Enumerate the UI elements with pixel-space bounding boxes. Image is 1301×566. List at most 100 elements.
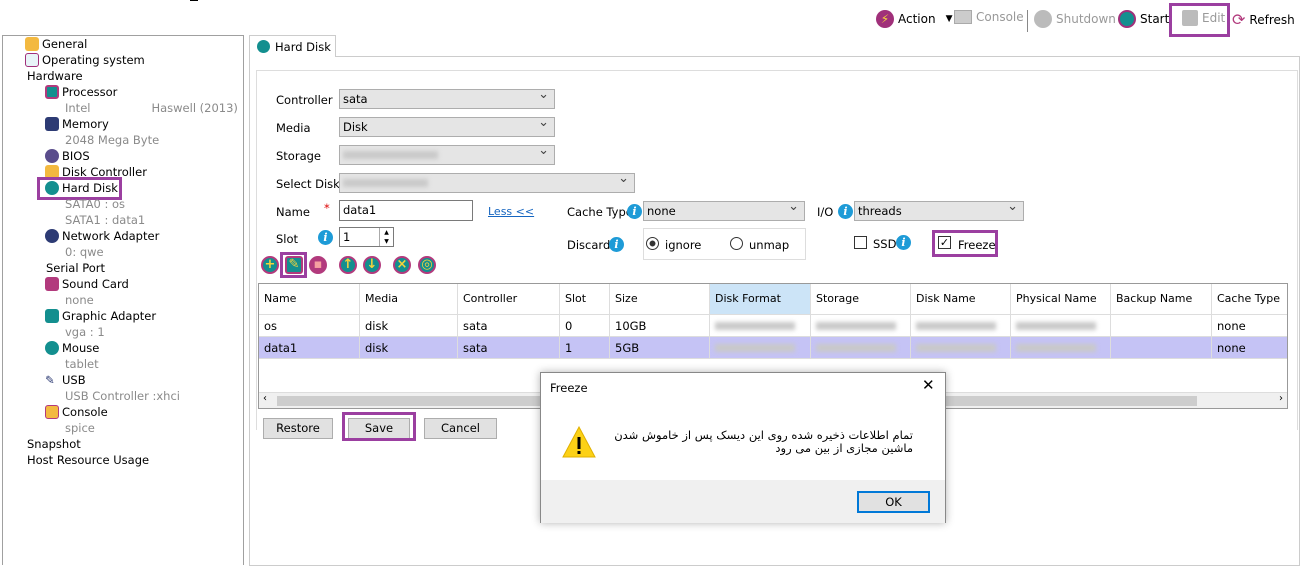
table-cell: os	[259, 315, 360, 336]
tree-item-usb[interactable]: ✎ USB	[45, 373, 86, 387]
media-label: Media	[276, 121, 311, 135]
cpu-icon	[45, 85, 59, 99]
table-cell: disk	[360, 315, 458, 336]
tree-item-sata1[interactable]: SATA1 : data1	[65, 213, 145, 227]
info-icon[interactable]: i	[318, 230, 333, 245]
tree-item-memory-detail: 2048 Mega Byte	[65, 133, 160, 147]
refresh-button[interactable]: ⟳ Refresh	[1232, 10, 1295, 29]
table-cell	[1011, 315, 1111, 336]
column-header: Slot	[560, 284, 610, 314]
refresh-icon: ⟳	[1232, 10, 1246, 29]
table-row[interactable]: os disk sata 0 10GB none	[259, 315, 1287, 337]
toolbar-divider	[1027, 10, 1028, 32]
arrow-down-icon[interactable]: ↓	[363, 256, 381, 274]
name-input[interactable]: data1	[339, 200, 473, 221]
play-icon	[1118, 10, 1136, 28]
tree-item-graphic[interactable]: Graphic Adapter	[45, 309, 156, 323]
edit-highlight	[1169, 3, 1230, 37]
media-select[interactable]: Disk	[339, 114, 555, 137]
dropdown-arrow-icon[interactable]: ▼	[946, 14, 953, 24]
ssd-checkbox[interactable]	[854, 236, 867, 249]
tree-item-general[interactable]: General	[25, 37, 87, 51]
name-label: Name	[276, 205, 310, 219]
io-select[interactable]: threads	[854, 198, 1024, 221]
io-label: I/O	[817, 205, 834, 219]
console-icon	[954, 10, 972, 24]
ignore-label: ignore	[665, 238, 702, 252]
tree-item-usb-detail: USB Controller :xhci	[65, 389, 180, 403]
info-icon[interactable]: i	[609, 237, 624, 252]
tree-item-sound[interactable]: Sound Card	[45, 277, 129, 291]
info-icon[interactable]: i	[896, 235, 911, 250]
controller-label: Controller	[276, 93, 333, 107]
info-icon[interactable]: i	[838, 204, 853, 219]
shutdown-button[interactable]: Shutdown	[1034, 10, 1116, 28]
start-button[interactable]: Start	[1118, 10, 1169, 28]
settings-tree: General Operating system Hardware Proces…	[2, 35, 244, 565]
close-icon[interactable]: ✕	[922, 376, 935, 394]
controller-select[interactable]: sata	[339, 86, 555, 109]
tree-item-console[interactable]: Console	[45, 405, 108, 419]
less-link[interactable]: Less <<	[488, 205, 534, 218]
restore-button[interactable]: Restore	[263, 418, 333, 439]
freeze-highlight	[932, 230, 998, 257]
scroll-right-icon[interactable]: ›	[1279, 393, 1283, 404]
column-header: Storage	[811, 284, 911, 314]
select-disk-select[interactable]	[339, 170, 635, 193]
table-cell: sata	[458, 315, 560, 336]
table-cell	[911, 337, 1011, 358]
cancel-button[interactable]: Cancel	[424, 418, 497, 439]
table-cell	[1111, 315, 1212, 336]
tree-item-processor[interactable]: Processor	[45, 85, 117, 99]
slot-stepper[interactable]: 1 ▲ ▼	[339, 227, 394, 247]
tree-item-mouse-detail: tablet	[65, 357, 99, 371]
redacted-value	[1016, 343, 1096, 352]
cache-type-select[interactable]: none	[643, 198, 805, 221]
table-cell: 10GB	[610, 315, 710, 336]
required-asterisk: *	[324, 201, 330, 215]
table-row[interactable]: data1 disk sata 1 5GB none	[259, 337, 1287, 359]
column-header: Disk Format	[710, 284, 811, 314]
table-cell	[710, 315, 811, 336]
column-header: Name	[259, 284, 360, 314]
clear-icon[interactable]: ×	[393, 256, 411, 274]
column-header: Cache Type	[1212, 284, 1287, 314]
network-icon	[45, 229, 59, 243]
column-header: Media	[360, 284, 458, 314]
action-button[interactable]: ⚡ Action ▼	[876, 10, 953, 28]
dialog-title: Freeze	[550, 381, 588, 395]
memory-icon	[45, 117, 59, 131]
table-cell: 0	[560, 315, 610, 336]
tree-item-hardware[interactable]: Hardware	[27, 69, 83, 83]
scroll-left-icon[interactable]: ‹	[263, 393, 267, 404]
unmap-radio[interactable]	[730, 237, 743, 250]
table-cell	[710, 337, 811, 358]
tree-item-snapshot[interactable]: Snapshot	[27, 437, 81, 451]
column-header: Physical Name	[1011, 284, 1111, 314]
general-icon	[25, 37, 39, 51]
console-button[interactable]: Console	[954, 10, 1024, 24]
tree-item-sata0[interactable]: SATA0 : os	[65, 197, 125, 211]
graphic-card-icon	[45, 309, 59, 323]
ok-button[interactable]: OK	[857, 491, 930, 513]
info-icon[interactable]: i	[627, 204, 642, 219]
tree-item-mouse[interactable]: Mouse	[45, 341, 99, 355]
tree-item-host-resource[interactable]: Host Resource Usage	[27, 453, 149, 467]
column-header: Disk Name	[911, 284, 1011, 314]
delete-icon[interactable]: ▪	[309, 256, 327, 274]
stepper-arrows-icon[interactable]: ▲ ▼	[379, 228, 393, 246]
disk-icon[interactable]: ◎	[418, 256, 436, 274]
edit-row-highlight	[280, 252, 307, 278]
select-disk-label: Select Disk	[276, 177, 340, 191]
tab-hard-disk[interactable]: Hard Disk	[249, 35, 336, 57]
tree-item-serial[interactable]: Serial Port	[46, 261, 105, 275]
arrow-up-icon[interactable]: ↑	[339, 256, 357, 274]
tree-item-network[interactable]: Network Adapter	[45, 229, 159, 243]
tree-item-memory[interactable]: Memory	[45, 117, 109, 131]
add-icon[interactable]: +	[261, 256, 279, 274]
tree-item-bios[interactable]: BIOS	[45, 149, 90, 163]
storage-select[interactable]	[339, 142, 555, 165]
title-mark	[190, 0, 198, 1]
ignore-radio[interactable]	[646, 237, 659, 250]
tree-item-os[interactable]: Operating system	[25, 53, 145, 67]
